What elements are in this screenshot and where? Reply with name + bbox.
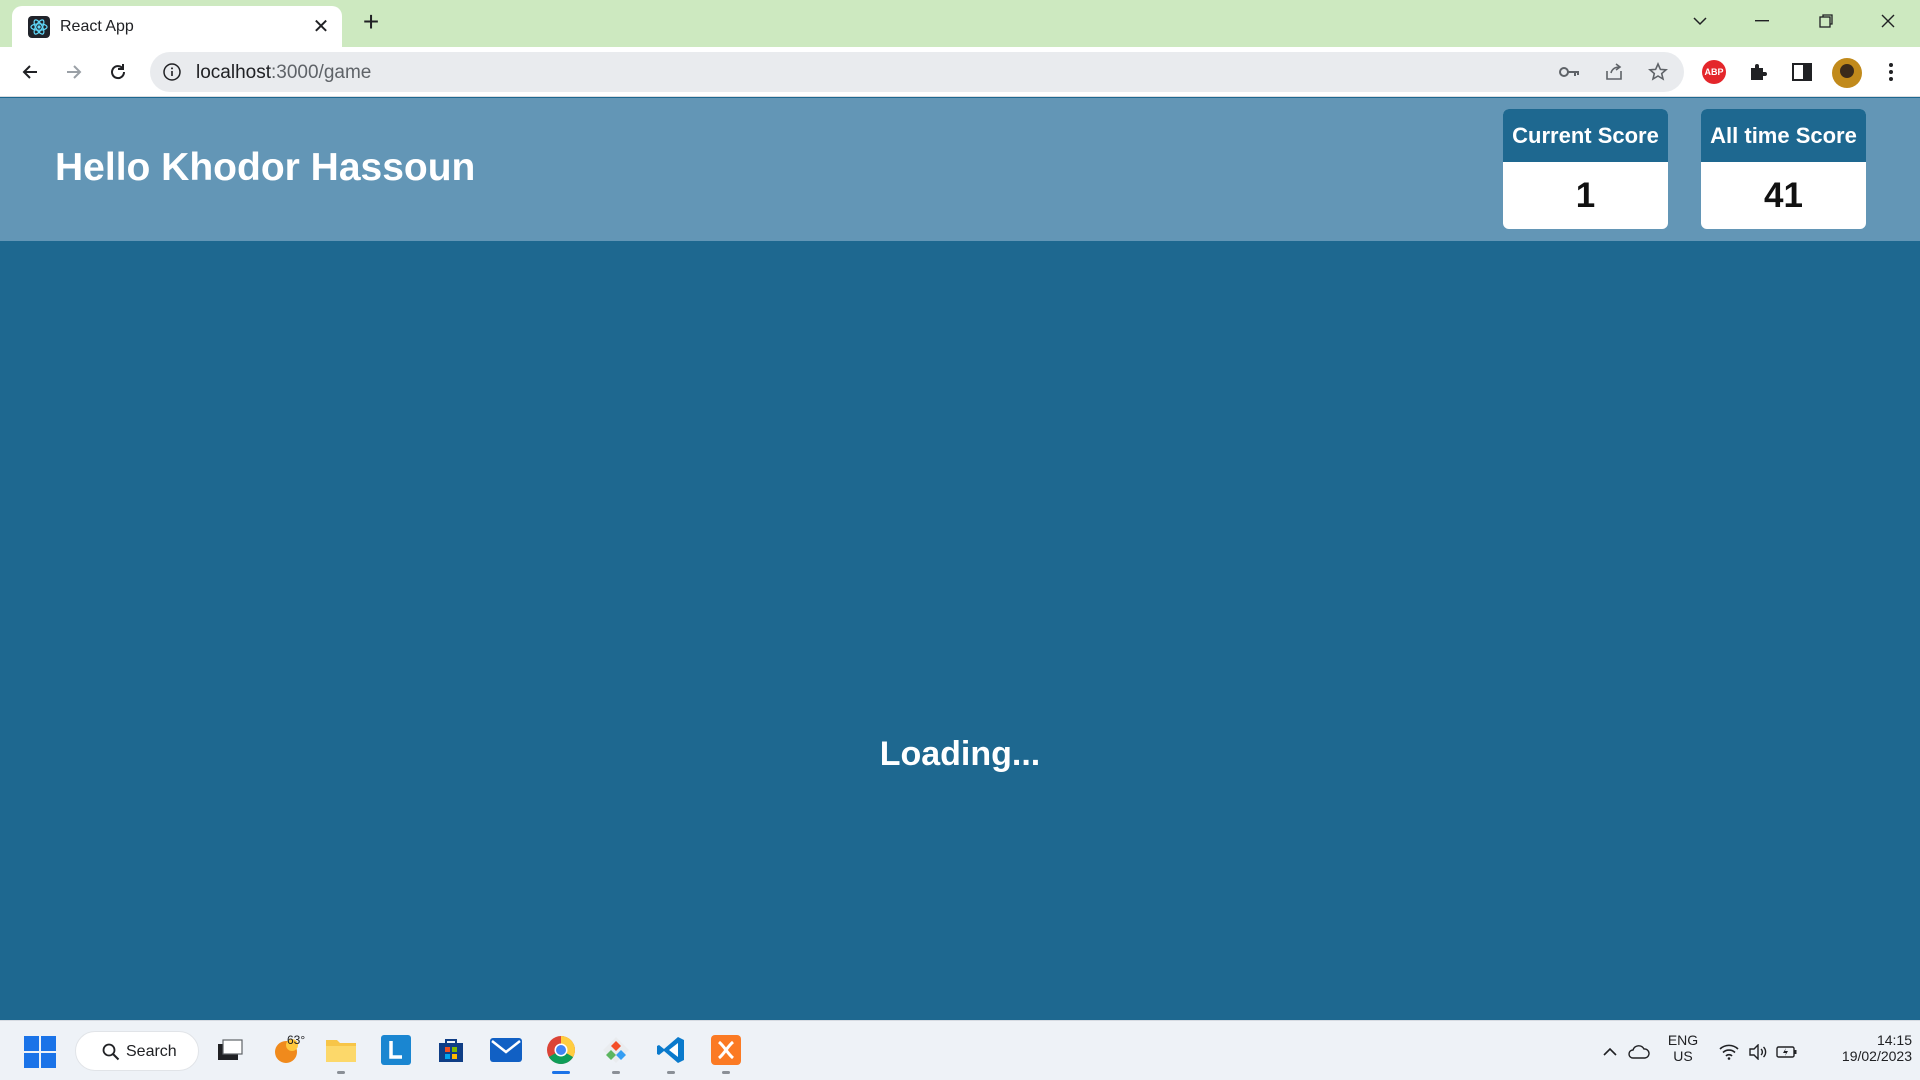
game-area: Loading... (0, 241, 1920, 1020)
all-time-score-card: All time Score 41 (1701, 109, 1866, 229)
reload-icon[interactable] (102, 56, 134, 88)
learning-app-icon[interactable] (379, 1033, 413, 1067)
current-score-card: Current Score 1 (1503, 109, 1668, 229)
current-score-label: Current Score (1503, 109, 1668, 162)
language-code: ENG (1667, 1032, 1699, 1048)
chrome-active-indicator (552, 1071, 570, 1074)
more-menu-icon[interactable] (1878, 59, 1904, 85)
minimize-button[interactable] (1742, 4, 1782, 38)
browser-tab[interactable]: React App ✕ (12, 6, 342, 47)
wifi-icon[interactable] (1718, 1041, 1740, 1063)
extensions-puzzle-icon[interactable] (1745, 59, 1771, 85)
vscode-running-indicator (667, 1071, 675, 1074)
tab-close-icon[interactable]: ✕ (308, 14, 334, 40)
xampp-icon[interactable] (709, 1033, 743, 1067)
language-indicator[interactable]: ENG US (1664, 1032, 1702, 1064)
battery-icon[interactable] (1776, 1041, 1798, 1063)
url-text: localhost:3000/game (196, 62, 371, 84)
mail-icon[interactable] (489, 1033, 523, 1067)
browser-toolbar: localhost:3000/game ABP (0, 47, 1920, 97)
address-bar[interactable]: localhost:3000/game (150, 52, 1684, 92)
taskbar-search[interactable]: Search (75, 1031, 199, 1071)
xampp-running-indicator (722, 1071, 730, 1074)
current-score-value: 1 (1575, 175, 1596, 215)
loading-text: Loading... (879, 735, 1041, 773)
microsoft-store-icon[interactable] (434, 1033, 468, 1067)
back-arrow-icon[interactable] (14, 56, 46, 88)
tab-title: React App (60, 18, 134, 35)
file-explorer-icon[interactable] (324, 1033, 358, 1067)
volume-icon[interactable] (1747, 1041, 1769, 1063)
restore-button[interactable] (1806, 4, 1846, 38)
git-kraken-running-indicator (612, 1071, 620, 1074)
browser-tabstrip: React App ✕ + (0, 0, 1920, 47)
clock[interactable]: 14:15 19/02/2023 (1812, 1032, 1912, 1064)
windows-start-icon[interactable] (24, 1036, 56, 1068)
new-tab-button[interactable]: + (356, 8, 386, 38)
close-window-button[interactable] (1868, 4, 1908, 38)
share-icon[interactable] (1602, 60, 1626, 84)
adblock-plus-icon[interactable]: ABP (1701, 59, 1727, 85)
file-explorer-running-indicator (337, 1071, 345, 1074)
clock-time: 14:15 (1876, 1032, 1912, 1048)
task-view-icon[interactable] (213, 1033, 247, 1067)
onedrive-cloud-icon[interactable] (1628, 1041, 1650, 1063)
windows-taskbar: Search 63° ENG US 14:15 19/02/2023 (0, 1020, 1920, 1080)
profile-avatar[interactable] (1831, 57, 1863, 89)
all-time-score-label: All time Score (1701, 109, 1866, 162)
show-hidden-icons-chevron-icon[interactable] (1599, 1041, 1621, 1063)
vscode-icon[interactable] (654, 1033, 688, 1067)
git-kraken-icon[interactable] (599, 1033, 633, 1067)
side-panel-icon[interactable] (1789, 59, 1815, 85)
app-header: Hello Khodor Hassoun Current Score 1 All… (0, 98, 1920, 241)
weather-temperature: 63° (287, 1033, 306, 1047)
key-icon[interactable] (1558, 60, 1582, 84)
search-label: Search (126, 1043, 177, 1060)
tab-search-chevron-icon[interactable] (1680, 4, 1720, 38)
url-host: localhost (196, 62, 271, 83)
bookmark-star-icon[interactable] (1646, 60, 1670, 84)
url-path: :3000/game (271, 62, 372, 83)
search-icon (102, 1043, 120, 1061)
chrome-icon[interactable] (544, 1033, 578, 1067)
greeting-title: Hello Khodor Hassoun (55, 146, 476, 189)
forward-arrow-icon[interactable] (58, 56, 90, 88)
clock-date: 19/02/2023 (1841, 1048, 1912, 1064)
site-info-icon[interactable] (162, 62, 182, 82)
language-region: US (1673, 1048, 1693, 1064)
all-time-score-value: 41 (1764, 175, 1803, 215)
react-favicon-icon (28, 16, 50, 38)
